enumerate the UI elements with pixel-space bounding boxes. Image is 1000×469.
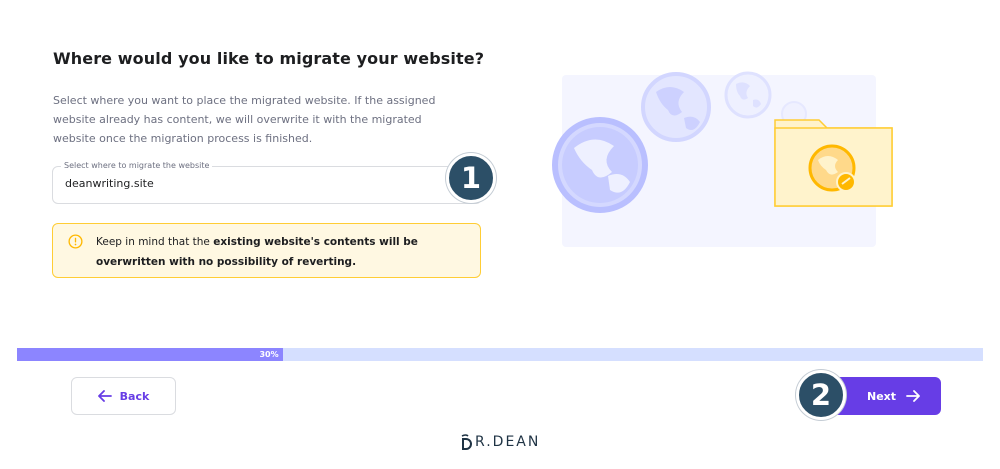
migrate-target-input[interactable] [65, 177, 445, 190]
progress-label: 30% [259, 350, 279, 359]
folder-icon [774, 119, 893, 207]
warning-text: Keep in mind that the existing website's… [96, 232, 476, 272]
back-button-label: Back [119, 389, 150, 403]
annotation-badge-2: 2 [796, 370, 846, 420]
arrow-left-icon [97, 390, 112, 402]
globe-icon [724, 71, 772, 119]
warning-text-prefix: Keep in mind that the [96, 236, 214, 248]
page-title: Where would you like to migrate your web… [53, 49, 485, 68]
globe-icon [552, 117, 648, 213]
brand-logo: R.DEAN [459, 431, 540, 453]
progress-fill: 30% [17, 348, 283, 361]
globe-icon [641, 72, 711, 142]
back-button[interactable]: Back [71, 377, 176, 415]
annotation-badge-1: 1 [446, 153, 496, 203]
page-description: Select where you want to place the migra… [53, 94, 436, 145]
next-button-label: Next [866, 389, 897, 403]
migrate-target-field[interactable]: Select where to migrate the website [52, 160, 482, 204]
migration-illustration [552, 71, 893, 247]
logo-text: R.DEAN [475, 434, 541, 450]
progress-bar: 30% [17, 348, 983, 361]
arrow-right-icon [906, 390, 920, 402]
logo-mark-icon [461, 434, 472, 450]
migrate-target-label: Select where to migrate the website [61, 160, 213, 172]
alert-circle-icon [68, 234, 83, 249]
overwrite-warning: Keep in mind that the existing website's… [52, 223, 481, 278]
